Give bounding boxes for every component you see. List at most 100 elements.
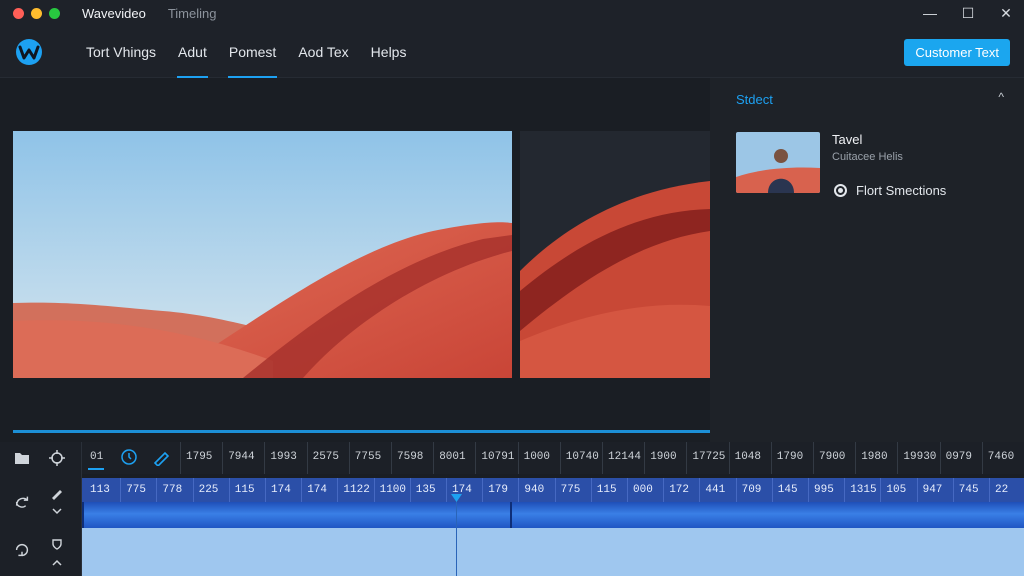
track-number-label: 775 bbox=[560, 484, 581, 496]
timeline-tool-column bbox=[0, 442, 82, 576]
track-number-label: 135 bbox=[415, 484, 436, 496]
customer-text-button[interactable]: Customer Text bbox=[904, 39, 1010, 66]
ruler-time-label: 2575 bbox=[312, 451, 339, 463]
track-number-label: 115 bbox=[234, 484, 255, 496]
track-number-label: 145 bbox=[777, 484, 798, 496]
time-ruler[interactable]: 01 1795 7944 1993 2575 7755 7598 8001 10791 1000… bbox=[82, 442, 1024, 474]
ruler-tick bbox=[770, 442, 772, 474]
track-separator bbox=[228, 478, 230, 502]
track-separator bbox=[120, 478, 122, 502]
secondary-preview-frame[interactable] bbox=[520, 131, 710, 378]
pen-icon[interactable] bbox=[48, 486, 66, 500]
ruler-tick bbox=[728, 442, 730, 474]
video-clip-segment[interactable] bbox=[510, 502, 1024, 528]
track-separator bbox=[916, 478, 918, 502]
chevron-up-small-icon[interactable] bbox=[48, 558, 66, 568]
minimize-dot[interactable] bbox=[31, 7, 42, 19]
ruler-tick bbox=[306, 442, 308, 474]
ruler-time-label: 19930 bbox=[903, 451, 937, 463]
ruler-time-label: 7598 bbox=[397, 451, 424, 463]
track-number-label: 179 bbox=[488, 484, 508, 496]
media-title: Tavel bbox=[832, 132, 863, 147]
track-separator bbox=[446, 478, 447, 502]
ruler-time-label: 0979 bbox=[945, 451, 972, 463]
ruler-tick bbox=[222, 442, 224, 474]
chevron-up-icon[interactable]: ^ bbox=[998, 90, 1004, 104]
ruler-time-label: 7755 bbox=[354, 451, 382, 463]
track-number-label: 115 bbox=[596, 484, 617, 496]
audio-track[interactable] bbox=[82, 528, 1024, 576]
track-separator bbox=[844, 478, 846, 502]
radio-icon[interactable] bbox=[834, 184, 847, 197]
track-number-label: 709 bbox=[741, 484, 762, 496]
nav-item-helps[interactable]: Helps bbox=[371, 26, 407, 78]
close-icon[interactable]: ✕ bbox=[998, 5, 1014, 22]
ruler-tick bbox=[391, 442, 392, 474]
video-clip-segment[interactable] bbox=[82, 502, 510, 528]
playhead-line[interactable] bbox=[456, 494, 457, 576]
track-separator bbox=[373, 478, 375, 502]
track-separator bbox=[409, 478, 411, 502]
track-separator bbox=[518, 478, 520, 502]
minimize-icon[interactable]: — bbox=[922, 5, 938, 21]
ruler-tick bbox=[559, 442, 561, 474]
font-selection-option[interactable]: Flort Smections bbox=[834, 183, 946, 198]
folder-icon[interactable] bbox=[13, 450, 31, 466]
ruler-time-label: 1900 bbox=[650, 451, 677, 463]
main-preview-frame[interactable] bbox=[13, 131, 512, 378]
nav-item-adut[interactable]: Adut bbox=[177, 26, 208, 78]
wavevideo-logo-icon[interactable] bbox=[14, 38, 44, 66]
ruler-time-label: 12144 bbox=[608, 451, 642, 463]
track-number-label: 745 bbox=[958, 484, 979, 496]
ruler-time-label: 1795 bbox=[186, 451, 213, 463]
track-number-label: 995 bbox=[814, 484, 834, 496]
preview-progress-bar[interactable] bbox=[13, 430, 710, 433]
app-name: Wavevideo bbox=[82, 5, 146, 21]
ruler-time-label: 1993 bbox=[270, 451, 297, 463]
track-number-label: 1100 bbox=[379, 484, 406, 496]
maximize-icon[interactable]: ☐ bbox=[960, 5, 976, 22]
track-number-label: 172 bbox=[669, 484, 689, 496]
close-dot[interactable] bbox=[13, 7, 24, 19]
track-number-label: 940 bbox=[524, 484, 545, 496]
video-clip-track[interactable] bbox=[82, 502, 1024, 528]
desert-dune-dark-image bbox=[520, 131, 710, 378]
nav-item-pomest[interactable]: Pomest bbox=[227, 26, 278, 78]
media-subtitle: Cuitacee Helis bbox=[832, 151, 903, 163]
track-number-label: 1122 bbox=[343, 484, 370, 496]
ruler-time-label: 1980 bbox=[861, 451, 888, 463]
ruler-active-indicator bbox=[88, 468, 104, 470]
nav-item-tort-vhings[interactable]: Tort Vhings bbox=[86, 26, 156, 78]
ruler-time-label: 1000 bbox=[523, 451, 550, 463]
track-separator bbox=[627, 478, 628, 502]
main-navbar: Tort Vhings Adut Pomest Aod Tex Helps Cu… bbox=[0, 26, 1024, 78]
preview-stage bbox=[0, 78, 710, 442]
ruler-time-label: 10791 bbox=[481, 451, 515, 463]
ruler-time-label: 7460 bbox=[987, 451, 1015, 463]
chevron-down-icon[interactable] bbox=[48, 506, 66, 516]
track-separator bbox=[952, 478, 954, 502]
ruler-time-label: 8001 bbox=[439, 451, 466, 463]
ruler-time-label: 7900 bbox=[819, 451, 846, 463]
loop-icon[interactable] bbox=[13, 540, 31, 560]
ruler-tick bbox=[348, 442, 350, 474]
swap-icon[interactable] bbox=[13, 492, 31, 512]
clock-icon[interactable] bbox=[120, 448, 138, 466]
zoom-dot[interactable] bbox=[49, 7, 60, 19]
track-separator bbox=[337, 478, 339, 502]
document-name: Timeling bbox=[167, 5, 217, 21]
media-thumbnail[interactable] bbox=[736, 132, 820, 193]
numbers-track[interactable]: 113 775 778 225 115 174 174 1122 1100 135 174 179 94… bbox=[82, 478, 1024, 502]
shield-small-icon[interactable] bbox=[48, 538, 66, 550]
traffic-lights bbox=[13, 7, 60, 19]
ruler-tick bbox=[264, 442, 266, 474]
ruler-time-label: 17725 bbox=[692, 451, 726, 463]
nav-item-aod-tex[interactable]: Aod Tex bbox=[298, 26, 348, 78]
crosshair-icon[interactable] bbox=[48, 449, 66, 467]
track-number-label: 775 bbox=[126, 484, 146, 496]
edit-pencil-icon[interactable] bbox=[152, 448, 172, 466]
ruler-tick bbox=[855, 442, 857, 474]
ruler-tick bbox=[517, 442, 519, 474]
track-number-label: 947 bbox=[922, 484, 943, 496]
ruler-time-label: 1790 bbox=[776, 451, 804, 463]
